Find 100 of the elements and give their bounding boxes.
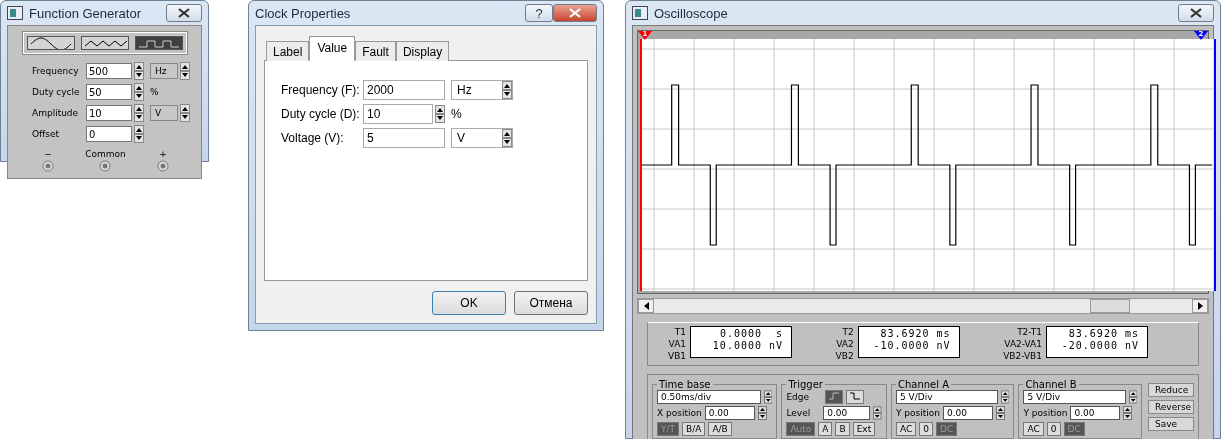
scroll-left-icon[interactable] [643,302,649,310]
readout-display: 0.0000 s 10.0000 nV [690,326,793,358]
spinner-control[interactable] [502,81,512,99]
spinner-control[interactable] [763,390,773,404]
falling-edge-icon [850,392,861,400]
number-field[interactable]: 5 [363,128,445,148]
help-button[interactable]: ? [525,4,553,22]
mode-button[interactable]: B [835,422,850,436]
mode-button[interactable]: Ext [852,422,876,436]
number-field[interactable]: 500 [86,63,132,79]
readout-label: VB1 [668,350,687,362]
unit-select[interactable]: Hz [150,63,178,79]
square-wave-button[interactable] [134,36,183,50]
number-field[interactable]: 0 [86,126,132,142]
action-button[interactable]: Save [1148,417,1194,431]
close-icon [178,8,190,18]
falling-edge-button[interactable] [846,390,865,404]
tab[interactable]: Display [395,41,450,61]
spinner-control[interactable] [757,406,767,420]
readout-display: 83.6920 ms -20.0000 nV [1046,326,1148,358]
unit-label: % [451,107,463,121]
mode-button[interactable]: 0 [1046,422,1061,436]
triangle-wave-button[interactable] [80,36,129,50]
mode-button[interactable]: 0 [919,422,933,436]
mode-button[interactable]: B/A [682,422,706,436]
mode-button[interactable]: AC [895,422,917,436]
number-field[interactable]: 10 [363,104,433,124]
scrollbar-thumb[interactable] [1090,299,1130,313]
field-label: Level [786,408,812,418]
readout-label: VA2-VA1 [1004,338,1042,350]
terminal-label: + [159,149,167,159]
field-label: Duty cycle (D): [281,107,361,121]
number-field[interactable]: 2000 [363,80,445,100]
scale-select[interactable]: 5 V/Div [1023,390,1126,404]
spinner-control[interactable] [502,129,512,147]
spinner-control[interactable] [1001,390,1010,404]
scroll-right-icon[interactable] [1197,302,1203,310]
field-label: Offset [32,129,61,139]
field-label: Y position [1023,408,1068,418]
action-button[interactable]: Reduce [1148,383,1194,397]
spinner-control[interactable] [995,406,1005,420]
mode-button[interactable]: A [818,422,833,436]
number-field[interactable]: 0.00 [942,406,993,420]
number-field[interactable]: 0.00 [1070,406,1121,420]
field-label: Y position [895,408,940,418]
window-icon [7,6,23,20]
window-title: Function Generator [29,5,142,21]
spinner-control[interactable] [180,62,190,80]
dialog-button[interactable]: Отмена [514,291,588,315]
unit-select[interactable]: V [150,105,178,121]
terminal-icon[interactable] [42,160,54,172]
terminal-label: − [44,149,52,159]
spinner-control[interactable] [1123,406,1133,420]
terminal-label: Common [85,149,126,159]
close-button[interactable] [166,4,202,22]
channel-group: Channel B 5 V/Div Y position 0.00 AC 0 DC [1018,379,1142,439]
spinner-control[interactable] [134,62,144,80]
spinner-control[interactable] [134,83,144,101]
window-title: Oscilloscope [654,5,729,21]
field-label: Voltage (V): [281,131,345,145]
number-field[interactable]: 0.00 [704,406,755,420]
number-field[interactable]: 10 [86,105,132,121]
mode-button[interactable]: A/B [708,422,732,436]
spinner-control[interactable] [134,104,144,122]
readout-label: T2 [842,326,854,338]
spinner-control[interactable] [134,125,144,143]
number-field[interactable]: 50 [86,84,132,100]
spinner-control[interactable] [435,105,445,123]
spinner-control[interactable] [1128,390,1137,404]
trigger-group: Trigger Edge Level 0.00 Auto A B Ext [781,379,887,439]
field-label: Edge [786,392,811,402]
number-field[interactable]: 0.00 [823,406,871,420]
spinner-control[interactable] [180,104,190,122]
time-base-group: Time base 0.50ms/div X position 0.00 Y/T B/A A/B [652,379,778,439]
terminal-icon[interactable] [99,160,112,172]
tab[interactable]: Fault [355,41,396,61]
close-button[interactable] [1178,4,1214,22]
readout-label: VB2 [835,350,854,362]
window-title: Clock Properties [255,5,352,21]
terminal-icon[interactable] [157,160,169,172]
field-label: Amplitude [32,108,80,118]
window-icon [632,6,648,20]
scale-select[interactable]: 5 V/Div [895,390,998,404]
scrollbar[interactable] [637,298,1209,314]
close-icon [1190,8,1202,18]
rising-edge-button[interactable] [825,390,844,404]
spinner-control[interactable] [873,406,882,420]
mode-button[interactable]: AC [1023,422,1044,436]
scale-select[interactable]: 0.50ms/div [657,390,761,404]
action-button[interactable]: Reverse [1148,400,1194,414]
readout-display: 83.6920 ms -10.0000 nV [857,326,960,358]
unit-select[interactable]: Hz [451,80,513,100]
unit-select[interactable]: V [451,128,513,148]
tab[interactable]: Value [309,36,356,61]
readout-label: VA1 [668,338,687,350]
unit-label: % [150,87,159,97]
readout-label: VA2 [836,338,854,350]
sine-wave-button[interactable] [26,36,75,50]
dialog-button[interactable]: OK [432,291,506,315]
tab[interactable]: Label [266,41,310,61]
